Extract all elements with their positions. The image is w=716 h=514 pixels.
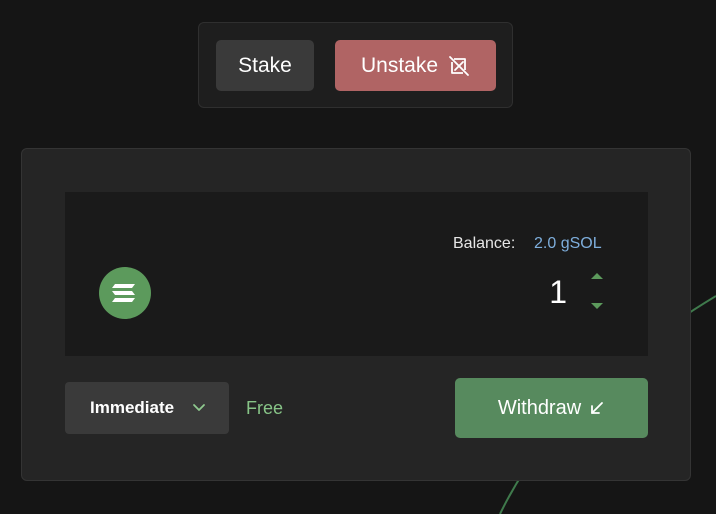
tab-unstake-label: Unstake [360,53,439,77]
balance-label: Balance: [453,235,516,252]
tab-stake-label: Stake [238,53,292,77]
solana-logo-icon [99,267,151,319]
withdraw-button[interactable]: Withdraw [455,378,648,438]
amount-input[interactable]: 1 [505,274,567,311]
balance-value[interactable]: 2.0 gSOL [534,235,602,253]
amount-input-panel: Balance: 2.0 gSOL 1 [65,192,648,356]
unstake-speed-value: Immediate [90,398,175,417]
chevron-down-icon [193,404,205,411]
tab-unstake[interactable]: Unstake [335,40,496,91]
stake-mode-tabs: Stake Unstake [198,22,513,108]
arrow-down-left-icon [591,402,604,414]
increment-icon[interactable] [590,271,604,281]
withdraw-button-label: Withdraw [497,396,582,419]
fee-label: Free [246,398,284,418]
no-stake-icon [449,55,469,76]
tab-stake[interactable]: Stake [216,40,314,91]
unstake-speed-select[interactable]: Immediate [65,382,229,434]
unstake-card: Balance: 2.0 gSOL 1 Immediate Free Withd… [21,148,691,481]
decrement-icon[interactable] [590,301,604,311]
